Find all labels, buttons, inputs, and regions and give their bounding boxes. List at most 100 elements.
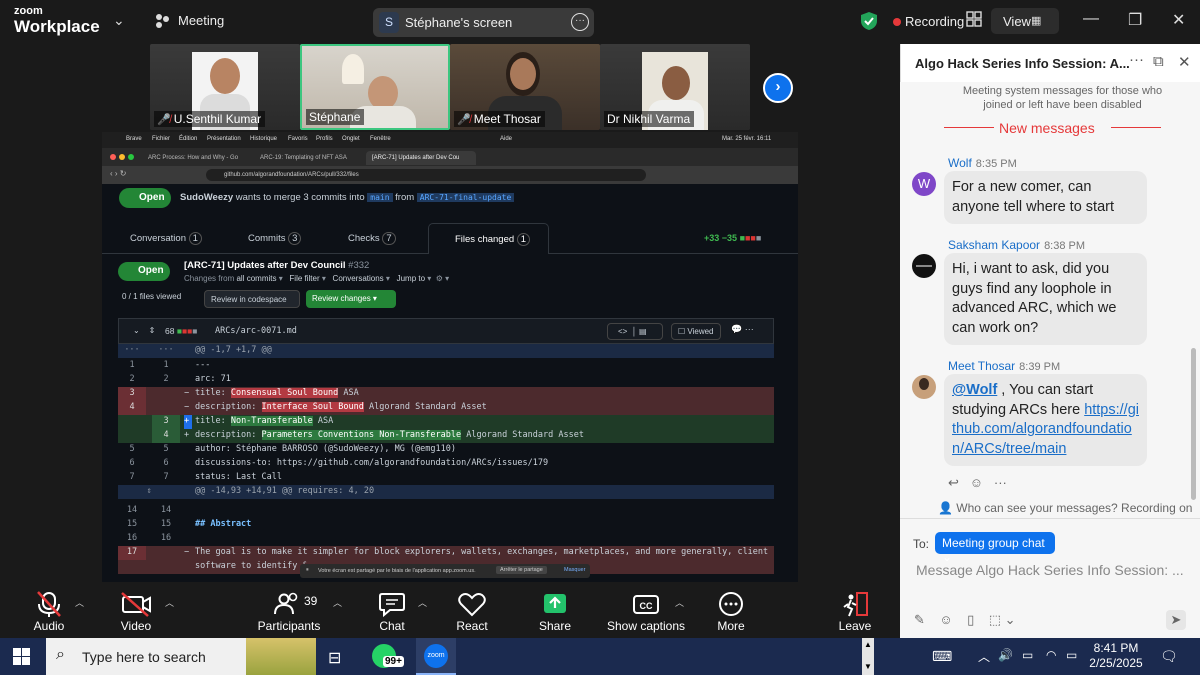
taskbar-search[interactable]: ⌕ Type here to search [46, 638, 316, 675]
recording-indicator[interactable]: Recording [855, 8, 964, 34]
participant-name-tag: 🎤̸ Meet Thosar [454, 111, 545, 127]
file-icon[interactable]: ▯ [967, 612, 974, 627]
scroll-down-icon[interactable]: ▼ [864, 662, 872, 671]
leave-label: Leave [838, 619, 872, 633]
participants-options-caret-icon[interactable]: ︿ [333, 596, 342, 609]
person-head [210, 58, 240, 94]
screen-share-banner: ⏸ Votre écran est partagé par le biais d… [300, 564, 590, 578]
jump-to-dropdown: Jump to [396, 274, 426, 283]
message-input[interactable]: Message Algo Hack Series Info Session: .… [916, 562, 1186, 578]
participants-button[interactable]: 39 Participants [249, 582, 329, 637]
recipient-dropdown[interactable]: Meeting group chat ⌄ [935, 532, 1055, 564]
recording-label: Recording [905, 14, 965, 29]
workplace-menu-chevron-icon[interactable]: ⌄ [113, 12, 125, 29]
participant-tile-senthil[interactable]: 🎤̸ U.Senthil Kumar [150, 44, 300, 130]
audio-options-caret-icon[interactable]: ︿ [75, 596, 84, 609]
wifi-icon[interactable]: ◠ [1046, 648, 1056, 662]
pr-open-badge: Open [119, 188, 171, 208]
scroll-up-icon[interactable]: ▲ [864, 640, 872, 649]
pr-tabs: Conversation 1 Commits 3 Checks 7 Files … [102, 223, 798, 254]
avatar[interactable] [912, 375, 936, 399]
minimize-icon[interactable]: — [1083, 10, 1099, 28]
avatar-mark [916, 265, 932, 267]
react-label: React [456, 619, 488, 633]
chat-more-icon[interactable]: ··· [1129, 51, 1144, 68]
gallery-grid-icon[interactable] [966, 11, 982, 27]
task-view-icon[interactable]: ⊟ [328, 648, 341, 668]
mention-link[interactable]: @Wolf [952, 382, 997, 398]
reply-icon[interactable]: ↩ [948, 475, 959, 490]
keyboard-icon[interactable]: ⌨ [932, 648, 952, 665]
chat-scrollbar[interactable] [1191, 348, 1196, 500]
video-label: Video [120, 619, 152, 633]
review-in-codespace-button: Review in codespace [204, 290, 300, 308]
windows-start-icon[interactable] [13, 648, 30, 665]
taskbar-clock[interactable]: 8:41 PM 2/25/2025 [1086, 641, 1146, 671]
next-participants-arrow-icon[interactable]: › [763, 73, 793, 103]
hunk-text: @@ -14,93 +14,91 @@ requires: 4, 20 [195, 486, 375, 496]
taskbar-scroll[interactable]: ▲ ▼ [862, 638, 874, 675]
who-can-see-notice[interactable]: 👤 Who can see your messages? Recording o… [938, 501, 1192, 515]
react-button[interactable]: React [432, 582, 512, 637]
browser-tab: ARC-19: Templating of NFT ASA [260, 155, 347, 161]
message-more-icon[interactable]: ··· [994, 475, 1007, 490]
pop-out-icon[interactable]: ⧉ [1153, 53, 1164, 70]
show-hidden-icons-icon[interactable]: ︿ [978, 648, 990, 665]
audio-button[interactable]: Audio [9, 582, 89, 637]
files-viewed-counter: 0 / 1 files viewed [122, 292, 182, 301]
avatar[interactable]: W [912, 172, 936, 196]
close-window-icon[interactable]: ✕ [1172, 10, 1185, 30]
captions-options-caret-icon[interactable]: ︿ [675, 596, 684, 609]
video-options-caret-icon[interactable]: ︿ [165, 596, 174, 609]
volume-icon[interactable]: 🔊 [998, 648, 1013, 662]
zoom-taskbar-button[interactable]: zoom [416, 638, 456, 675]
participant-tile-nikhil[interactable]: Dr Nikhil Varma [600, 44, 750, 130]
battery-icon[interactable]: ▭ [1066, 648, 1077, 662]
diff-line: 15 15 ## Abstract [126, 519, 252, 529]
screen-options-icon[interactable]: ··· [571, 13, 589, 31]
mac-menu-item: Aide [500, 136, 513, 142]
clock-date: 2/25/2025 [1089, 656, 1143, 670]
browser-tabs-bar: ARC Process: How and Why - Go ARC-19: Te… [102, 148, 798, 166]
participant-tile-meet[interactable]: 🎤̸ Meet Thosar [450, 44, 600, 130]
mac-menu-bar: Brave Fichier Édition Présentation Histo… [102, 132, 798, 148]
share-button[interactable]: Share [515, 582, 595, 637]
chat-options-caret-icon[interactable]: ︿ [418, 596, 427, 609]
shared-screen-indicator[interactable]: S Stéphane's screen ··· [373, 8, 594, 37]
chat-divider [900, 518, 1200, 519]
close-chat-icon[interactable]: ✕ [1178, 53, 1191, 71]
maximize-icon[interactable]: ❐ [1128, 10, 1142, 30]
avatar[interactable] [912, 254, 936, 278]
leave-button[interactable]: Leave [815, 582, 895, 637]
emoji-reaction-icon[interactable]: ☺ [970, 475, 983, 490]
shield-check-icon [861, 12, 877, 30]
video-button[interactable]: Video [96, 582, 176, 637]
participants-label: Participants [257, 619, 321, 633]
banner-pause-icon: ⏸ [306, 567, 309, 573]
view-button[interactable]: View ▦ [991, 8, 1059, 34]
new-messages-divider: New messages [900, 120, 1200, 136]
emoji-icon[interactable]: ☺ [939, 612, 952, 627]
people-icon: 👤 [938, 501, 953, 515]
show-captions-button[interactable]: CC Show captions [606, 582, 686, 637]
send-icon[interactable]: ➤ [1166, 610, 1186, 630]
format-text-icon[interactable]: ✎ [914, 612, 925, 627]
avatar-hair [919, 378, 929, 390]
tab-label: Conversation [130, 233, 186, 244]
mac-menu-item: Présentation [207, 136, 241, 142]
screenshot-options-icon[interactable]: ⌄ [1005, 612, 1016, 627]
participant-tile-stephane[interactable]: Stéphane [300, 44, 450, 130]
diff-line-deleted: 17− The goal is to make it simpler for bl… [118, 546, 774, 560]
chat-title: Algo Hack Series Info Session: A... [915, 56, 1130, 71]
person-head [510, 58, 536, 90]
meeting-menu[interactable]: Meeting [154, 13, 224, 29]
recipient-label: Meeting group chat [942, 536, 1045, 550]
more-button[interactable]: More [691, 582, 771, 637]
chat-button[interactable]: Chat [352, 582, 432, 637]
heart-icon [458, 593, 486, 617]
notifications-icon[interactable]: 🗨 [1160, 648, 1178, 665]
screenshot-icon[interactable]: ⬚ [989, 612, 1001, 627]
pr-open-label: Open [138, 265, 164, 276]
recording-dot-icon [893, 18, 901, 26]
monitor-icon[interactable]: ▭ [1022, 648, 1033, 662]
